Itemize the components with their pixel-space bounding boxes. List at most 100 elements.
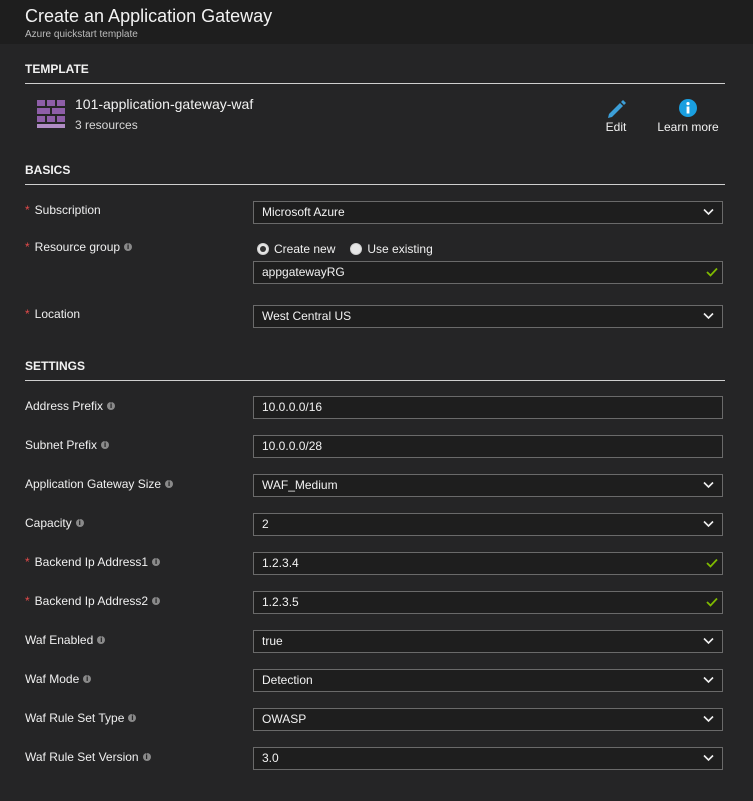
chevron-down-icon xyxy=(703,637,714,645)
resource-group-label: * Resource group i xyxy=(25,240,133,254)
subnet-prefix-label-text: Subnet Prefix xyxy=(25,438,98,452)
waf-enabled-dropdown[interactable]: true xyxy=(253,630,723,653)
backend-ip1-label-text: Backend Ip Address1 xyxy=(34,555,149,569)
waf-mode-dropdown[interactable]: Detection xyxy=(253,669,723,692)
address-prefix-value: 10.0.0.0/16 xyxy=(262,400,323,414)
info-icon[interactable]: i xyxy=(152,597,161,605)
waf-rule-set-type-dropdown[interactable]: OWASP xyxy=(253,708,723,731)
info-icon[interactable]: i xyxy=(128,714,137,722)
use-existing-label: Use existing xyxy=(367,242,433,256)
chevron-down-icon xyxy=(703,481,714,489)
use-existing-radio-option[interactable]: Use existing xyxy=(350,242,433,256)
backend-ip1-input[interactable]: 1.2.3.4 xyxy=(253,552,723,575)
pencil-icon xyxy=(608,100,626,118)
waf-rule-set-version-label-text: Waf Rule Set Version xyxy=(25,750,139,764)
required-asterisk: * xyxy=(25,594,30,608)
gateway-size-value: WAF_Medium xyxy=(262,478,338,492)
info-icon[interactable]: i xyxy=(124,243,133,251)
address-prefix-input[interactable]: 10.0.0.0/16 xyxy=(253,396,723,419)
subnet-prefix-label: Subnet Prefix i xyxy=(25,438,110,452)
waf-enabled-value: true xyxy=(262,634,283,648)
waf-rule-set-version-dropdown[interactable]: 3.0 xyxy=(253,747,723,770)
required-asterisk: * xyxy=(25,240,30,254)
blade-subtitle: Azure quickstart template xyxy=(25,29,138,40)
waf-rule-set-type-label-text: Waf Rule Set Type xyxy=(25,711,125,725)
waf-rule-set-type-value: OWASP xyxy=(262,712,307,726)
subscription-label-text: Subscription xyxy=(34,203,101,217)
chevron-down-icon xyxy=(703,520,714,528)
chevron-down-icon xyxy=(703,676,714,684)
required-asterisk: * xyxy=(25,555,30,569)
backend-ip2-label-text: Backend Ip Address2 xyxy=(34,594,149,608)
blade-header: Create an Application Gateway Azure quic… xyxy=(0,0,753,44)
template-name: 101-application-gateway-waf xyxy=(75,96,254,112)
checkmark-icon xyxy=(706,597,718,607)
gateway-size-label-text: Application Gateway Size xyxy=(25,477,162,491)
waf-enabled-label-text: Waf Enabled xyxy=(25,633,94,647)
info-icon[interactable]: i xyxy=(152,558,161,566)
backend-ip1-value: 1.2.3.4 xyxy=(262,556,299,570)
checkmark-icon xyxy=(706,267,718,277)
waf-mode-value: Detection xyxy=(262,673,313,687)
create-new-radio-option[interactable]: Create new xyxy=(257,242,335,256)
learn-more-link[interactable]: Learn more xyxy=(655,98,721,134)
info-icon[interactable]: i xyxy=(142,753,151,761)
required-asterisk: * xyxy=(25,307,30,321)
backend-ip2-label: * Backend Ip Address2 i xyxy=(25,594,161,608)
section-title-basics: BASICS xyxy=(25,163,71,177)
radio-selected-icon[interactable] xyxy=(257,243,269,255)
chevron-down-icon xyxy=(703,754,714,762)
subscription-dropdown[interactable]: Microsoft Azure xyxy=(253,201,723,224)
section-divider xyxy=(25,380,725,381)
capacity-label: Capacity i xyxy=(25,516,84,530)
waf-mode-label: Waf Mode i xyxy=(25,672,92,686)
info-icon[interactable]: i xyxy=(107,402,116,410)
waf-rule-set-version-label: Waf Rule Set Version i xyxy=(25,750,151,764)
location-label-text: Location xyxy=(34,307,81,321)
blade-title: Create an Application Gateway xyxy=(25,6,273,26)
resource-group-label-text: Resource group xyxy=(34,240,121,254)
subnet-prefix-input[interactable]: 10.0.0.0/28 xyxy=(253,435,723,458)
section-divider xyxy=(25,184,725,185)
location-value: West Central US xyxy=(262,309,352,323)
info-icon[interactable]: i xyxy=(75,519,84,527)
subscription-label: * Subscription xyxy=(25,203,101,217)
resource-group-radio-group: Create new Use existing xyxy=(257,241,448,257)
section-title-settings: SETTINGS xyxy=(25,359,86,373)
address-prefix-label: Address Prefix i xyxy=(25,399,116,413)
subnet-prefix-value: 10.0.0.0/28 xyxy=(262,439,323,453)
checkmark-icon xyxy=(706,558,718,568)
backend-ip2-input[interactable]: 1.2.3.5 xyxy=(253,591,723,614)
location-dropdown[interactable]: West Central US xyxy=(253,305,723,328)
create-new-label: Create new xyxy=(274,242,336,256)
template-resources-count: 3 resources xyxy=(75,118,138,132)
resource-group-value: appgatewayRG xyxy=(262,265,345,279)
template-grid-icon xyxy=(37,100,65,128)
subscription-value: Microsoft Azure xyxy=(262,205,345,219)
chevron-down-icon xyxy=(703,312,714,320)
resource-group-name-input[interactable]: appgatewayRG xyxy=(253,261,723,284)
location-label: * Location xyxy=(25,307,80,321)
backend-ip2-value: 1.2.3.5 xyxy=(262,595,299,609)
section-title-template: TEMPLATE xyxy=(25,62,89,76)
gateway-size-dropdown[interactable]: WAF_Medium xyxy=(253,474,723,497)
radio-unselected-icon[interactable] xyxy=(350,243,363,255)
edit-label: Edit xyxy=(605,120,627,134)
edit-template-button[interactable]: Edit xyxy=(600,98,632,134)
capacity-value: 2 xyxy=(262,517,269,531)
backend-ip1-label: * Backend Ip Address1 i xyxy=(25,555,161,569)
chevron-down-icon xyxy=(703,715,714,723)
address-prefix-label-text: Address Prefix xyxy=(25,399,104,413)
capacity-label-text: Capacity xyxy=(25,516,72,530)
info-icon[interactable]: i xyxy=(83,675,92,683)
section-divider xyxy=(25,83,725,84)
info-icon[interactable]: i xyxy=(165,480,174,488)
info-icon[interactable]: i xyxy=(101,441,110,449)
info-circle-icon xyxy=(679,99,697,117)
waf-rule-set-version-value: 3.0 xyxy=(262,751,279,765)
capacity-dropdown[interactable]: 2 xyxy=(253,513,723,536)
waf-rule-set-type-label: Waf Rule Set Type i xyxy=(25,711,137,725)
waf-enabled-label: Waf Enabled i xyxy=(25,633,106,647)
info-icon[interactable]: i xyxy=(97,636,106,644)
required-asterisk: * xyxy=(25,203,30,217)
